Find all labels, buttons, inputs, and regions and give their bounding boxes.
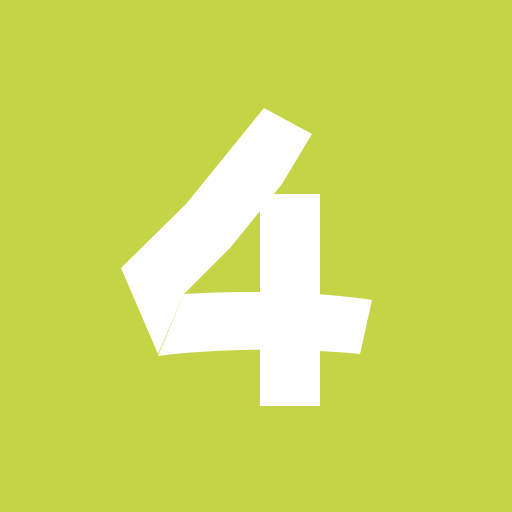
app-icon-tile [0,0,512,512]
number-four-icon [121,108,372,406]
four-vertical-stem [260,194,320,406]
